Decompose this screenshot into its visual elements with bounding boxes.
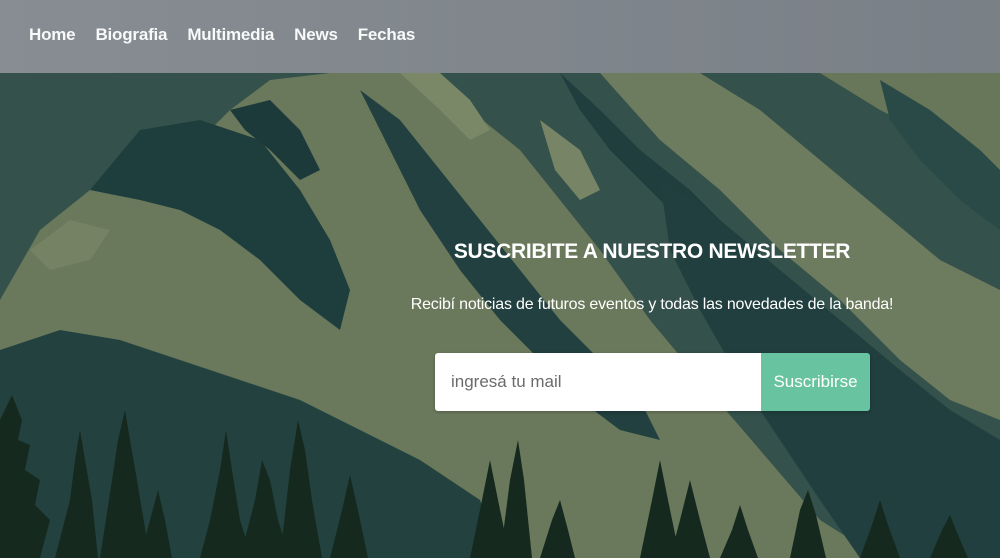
nav-menu: Home Biografia Multimedia News Fechas	[0, 25, 435, 45]
newsletter-form: Suscribirse	[435, 353, 870, 411]
email-input[interactable]	[435, 353, 761, 411]
newsletter-section: SUSCRIBITE A NUESTRO NEWSLETTER Recibí n…	[403, 240, 901, 314]
subscribe-button[interactable]: Suscribirse	[761, 353, 870, 411]
nav-link-biografia[interactable]: Biografia	[95, 25, 167, 44]
newsletter-description: Recibí noticias de futuros eventos y tod…	[410, 296, 894, 313]
newsletter-title: SUSCRIBITE A NUESTRO NEWSLETTER	[453, 240, 851, 263]
nav-link-fechas[interactable]: Fechas	[358, 25, 416, 44]
nav-link-home[interactable]: Home	[29, 25, 76, 44]
nav-link-news[interactable]: News	[294, 25, 338, 44]
nav-link-multimedia[interactable]: Multimedia	[187, 25, 274, 44]
top-navbar: Home Biografia Multimedia News Fechas	[0, 0, 1000, 73]
